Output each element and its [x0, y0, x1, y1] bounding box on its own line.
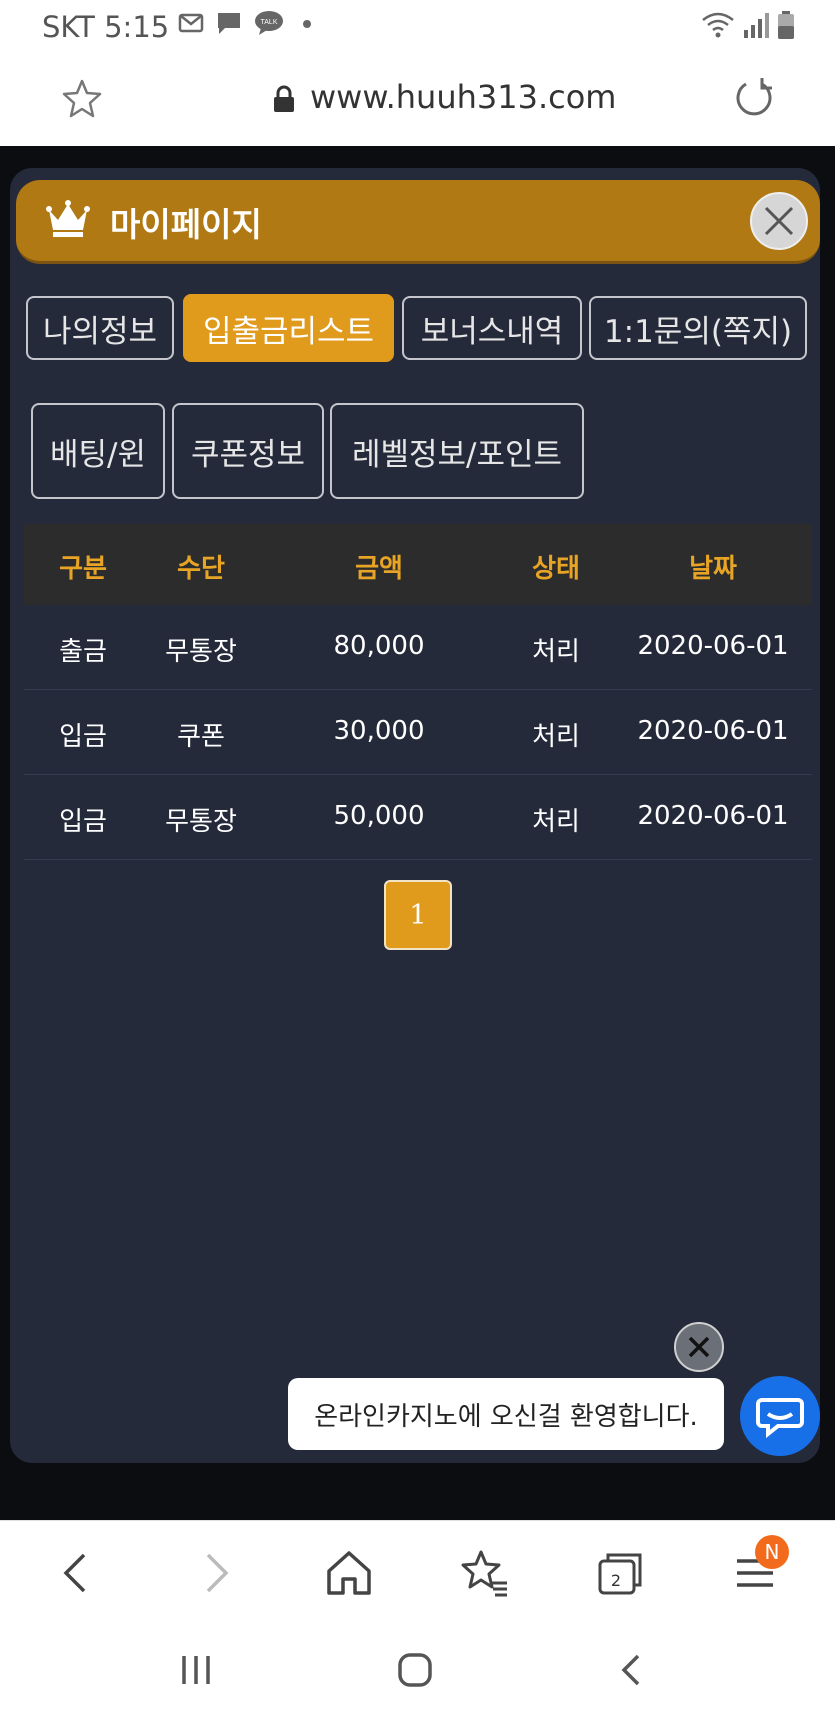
cell-date: 2020-06-01 [637, 801, 789, 831]
cell-type: 입금 [59, 722, 107, 752]
bookmarks-icon[interactable] [461, 1549, 509, 1597]
cell-status: 처리 [532, 807, 580, 837]
kakaotalk-icon: TALK [255, 11, 283, 35]
close-icon [764, 206, 794, 236]
chat-button[interactable] [740, 1376, 820, 1456]
modal-header: 마이페이지 [16, 180, 820, 264]
home-button-icon[interactable] [395, 1650, 435, 1690]
table-row: 입금 쿠폰 30,000 처리 2020-06-01 [24, 690, 812, 775]
table-row: 출금 무통장 80,000 처리 2020-06-01 [24, 605, 812, 690]
cell-method: 무통장 [165, 807, 237, 837]
browser-toolbar: 2 N [0, 1520, 835, 1620]
col-date: 날짜 [689, 554, 737, 584]
gmail-icon [178, 13, 204, 33]
cell-type: 입금 [59, 807, 107, 837]
col-status: 상태 [532, 554, 580, 584]
address-bar: www.huuh313.com [0, 52, 835, 146]
home-icon[interactable] [325, 1549, 373, 1597]
tab-count: 2 [610, 1571, 622, 1590]
status-bar: SKT 5:15 TALK [0, 0, 835, 52]
lock-icon [274, 85, 294, 112]
chat-bubble-icon [756, 1398, 804, 1439]
bookmark-star-icon[interactable] [62, 78, 102, 118]
col-method: 수단 [177, 554, 225, 584]
tab-transaction-list[interactable]: 입출금리스트 [183, 294, 394, 362]
svg-text:TALK: TALK [261, 19, 278, 26]
col-type: 구분 [59, 554, 107, 584]
crown-icon [46, 200, 90, 237]
cell-status: 처리 [532, 722, 580, 752]
modal-title: 마이페이지 [110, 205, 262, 244]
cell-type: 출금 [59, 637, 107, 667]
chat-close-button[interactable] [674, 1322, 724, 1372]
modal-close-button[interactable] [750, 192, 808, 250]
table-row: 입금 무통장 50,000 처리 2020-06-01 [24, 775, 812, 860]
tab-inquiry[interactable]: 1:1문의(쪽지) [589, 296, 807, 360]
tab-betting-win[interactable]: 배팅/윈 [31, 403, 165, 499]
cell-amount: 30,000 [333, 716, 425, 746]
back-arrow-icon[interactable] [54, 1549, 102, 1597]
tab-my-info[interactable]: 나의정보 [26, 296, 174, 360]
carrier-time: SKT 5:15 [42, 10, 170, 44]
cell-method: 쿠폰 [177, 722, 225, 752]
android-nav-bar [0, 1620, 835, 1716]
table-header: 구분 수단 금액 상태 날짜 [24, 524, 812, 605]
wifi-icon [702, 12, 734, 38]
tab-level-points[interactable]: 레벨정보/포인트 [330, 403, 584, 499]
chat-welcome-message[interactable]: 온라인카지노에 오신걸 환영합니다. [288, 1378, 724, 1450]
reload-icon[interactable] [732, 76, 776, 120]
pagination-page-1[interactable]: 1 [384, 880, 452, 950]
recent-apps-icon[interactable] [176, 1650, 216, 1690]
cell-status: 처리 [532, 637, 580, 667]
menu-badge: N [755, 1535, 789, 1569]
tab-bonus-history[interactable]: 보너스내역 [402, 296, 582, 360]
message-icon [218, 13, 240, 34]
dot-icon [303, 20, 311, 28]
close-icon [688, 1336, 710, 1358]
forward-arrow-icon[interactable] [190, 1549, 238, 1597]
cell-date: 2020-06-01 [637, 631, 789, 661]
cell-method: 무통장 [165, 637, 237, 667]
signal-icon [744, 13, 769, 38]
cell-amount: 50,000 [333, 801, 425, 831]
battery-icon [778, 11, 794, 39]
back-button-icon[interactable] [612, 1650, 652, 1690]
col-amount: 금액 [355, 554, 403, 584]
tab-coupon-info[interactable]: 쿠폰정보 [172, 403, 324, 499]
cell-amount: 80,000 [333, 631, 425, 661]
url-text[interactable]: www.huuh313.com [310, 78, 616, 116]
cell-date: 2020-06-01 [637, 716, 789, 746]
